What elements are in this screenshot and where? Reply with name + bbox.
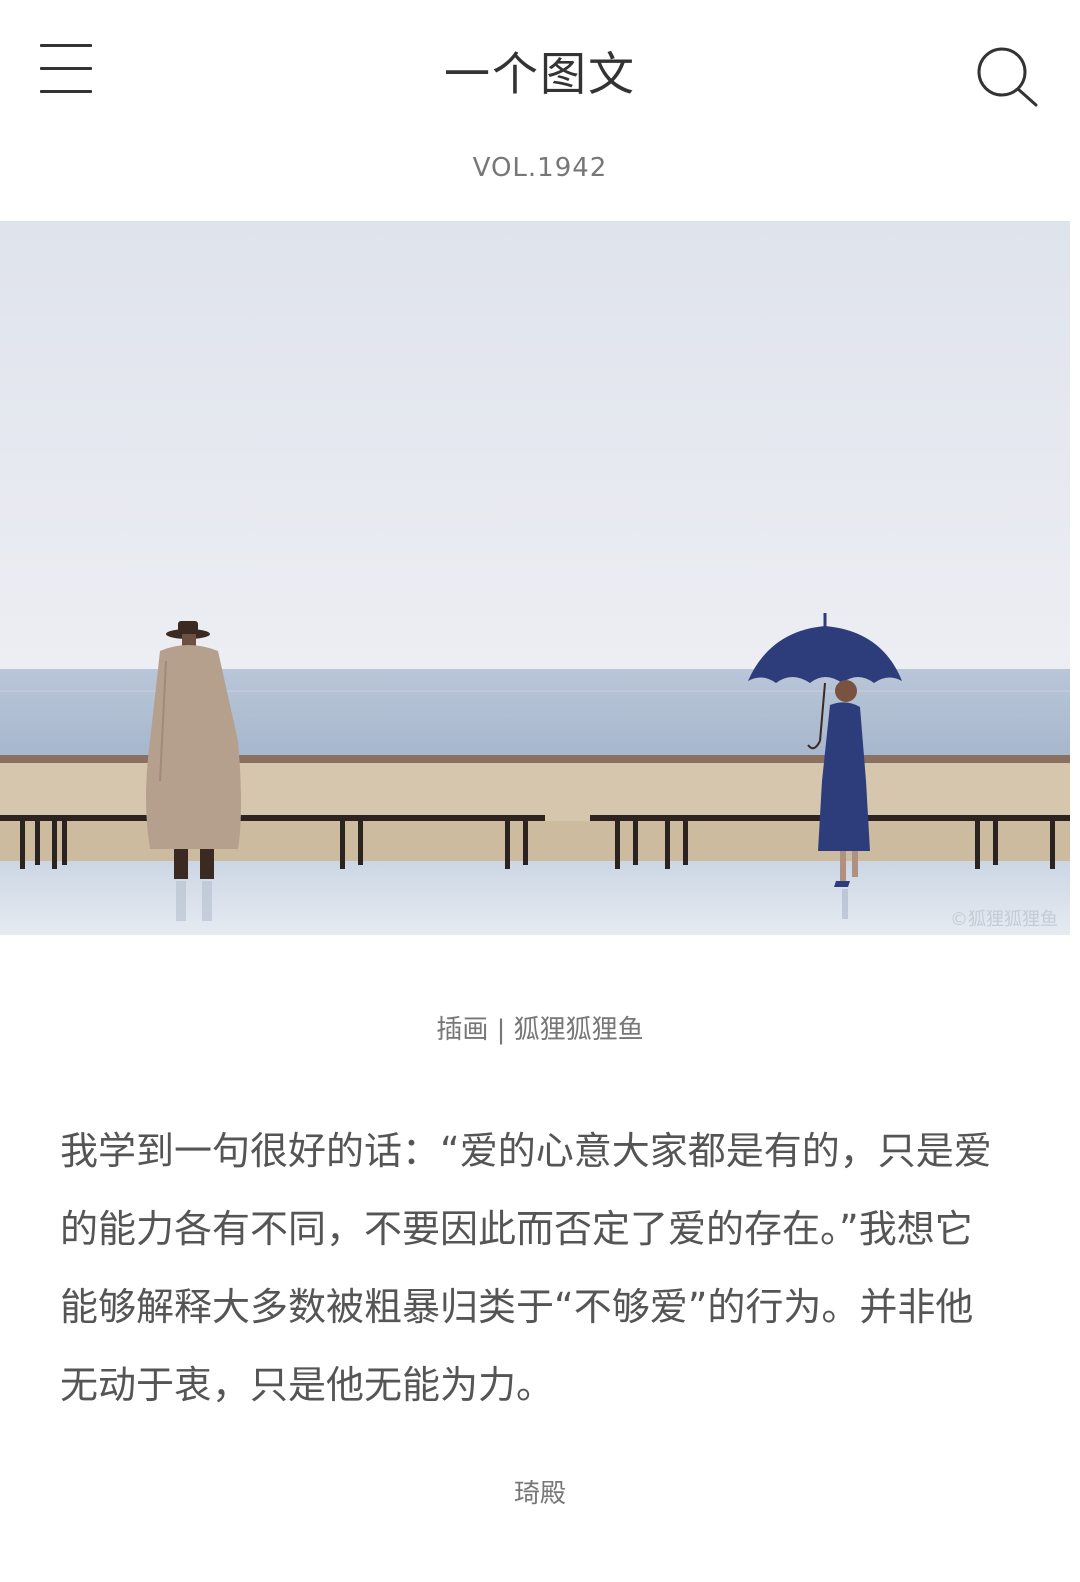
article-author: 琦殿 (513, 1479, 566, 1509)
illustration-credit: 插画 | 狐狸狐狸鱼 (436, 1015, 644, 1045)
illustration-image[interactable]: ©狐狸狐狸鱼 (0, 221, 1070, 935)
illustration-watermark: ©狐狸狐狸鱼 (950, 909, 1058, 930)
volume-number: VOL.1942 (472, 153, 608, 183)
top-bar: 一个图文 (0, 0, 1080, 150)
search-icon[interactable] (974, 44, 1040, 108)
article-text: 我学到一句很好的话：“爱的心意大家都是有的，只是爱的能力各有不同，不要因此而否定… (60, 1129, 992, 1407)
page-title: 一个图文 (444, 47, 636, 101)
